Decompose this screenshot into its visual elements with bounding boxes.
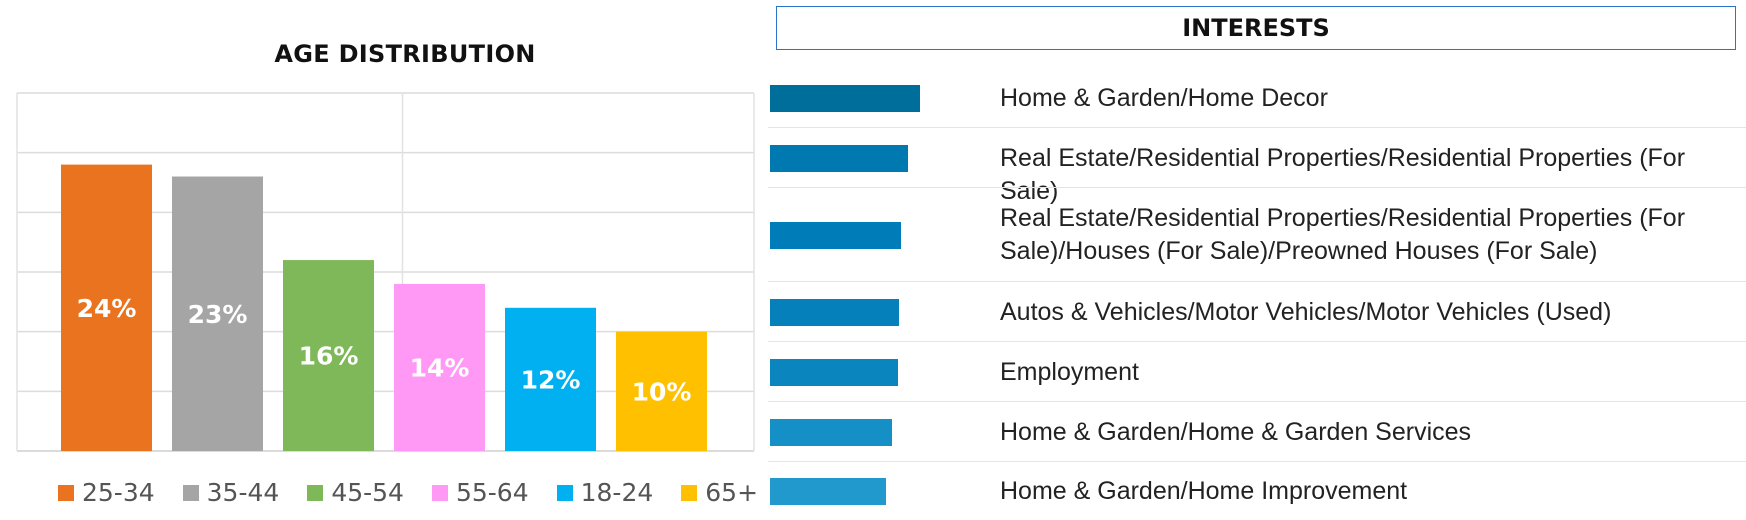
interest-bar (770, 359, 898, 386)
legend-label: 18-24 (580, 478, 654, 507)
interest-label: Employment (1000, 357, 1139, 386)
interest-bar (770, 478, 886, 505)
age-distribution-panel: AGE DISTRIBUTION 24% 23% 16% 14% 12% 10% 25-3… (0, 0, 760, 520)
interest-label: Home & Garden/Home Decor (1000, 83, 1328, 112)
legend-item: 65+ (681, 478, 758, 507)
interest-bar (770, 85, 920, 112)
interest-bar (770, 145, 908, 172)
interest-row: Employment (768, 342, 1746, 402)
data-label: 14% (410, 353, 470, 382)
interest-bar (770, 299, 899, 326)
interests-title: INTERESTS (1182, 14, 1330, 42)
interest-label: Real Estate/Residential Properties/Resid… (1000, 204, 1686, 265)
data-label: 12% (521, 365, 581, 394)
interest-row: Home & Garden/Home Improvement (768, 462, 1746, 520)
interest-row: Real Estate/Residential Properties/Resid… (768, 188, 1746, 282)
interest-bar (770, 419, 892, 446)
legend-label: 35-44 (206, 478, 280, 507)
interest-row: Home & Garden/Home Decor (768, 68, 1746, 128)
interest-row: Autos & Vehicles/Motor Vehicles/Motor Ve… (768, 282, 1746, 342)
legend-label: 45-54 (331, 478, 404, 507)
legend-swatch (556, 484, 573, 501)
legend-swatch (681, 484, 698, 501)
interest-label: Home & Garden/Home Improvement (1000, 476, 1408, 505)
legend-swatch (182, 484, 199, 501)
legend-item: 35-44 (182, 478, 280, 507)
legend-label: 55-64 (455, 478, 529, 507)
legend-swatch (307, 484, 324, 501)
legend-item: 18-24 (556, 478, 654, 507)
legend-label: 65+ (705, 478, 759, 507)
legend-item: 55-64 (431, 478, 529, 507)
data-label: 24% (77, 294, 137, 323)
legend-item: 25-34 (58, 478, 155, 507)
interest-row: Home & Garden/Home & Garden Services (768, 402, 1746, 462)
legend-label: 25-34 (82, 478, 155, 507)
data-label: 16% (299, 342, 359, 371)
data-label: 23% (188, 300, 248, 329)
legend-swatch (58, 484, 74, 501)
interest-row: Real Estate/Residential Properties/Resid… (768, 128, 1746, 205)
interests-header: INTERESTS (776, 6, 1736, 50)
interest-label: Autos & Vehicles/Motor Vehicles/Motor Ve… (1000, 297, 1612, 326)
legend-item: 45-54 (307, 478, 404, 507)
chart-legend: 25-34 35-44 45-54 55-64 18-24 65+ (58, 478, 758, 507)
interest-label: Home & Garden/Home & Garden Services (1000, 417, 1472, 446)
data-label: 10% (632, 377, 692, 406)
legend-swatch (431, 484, 448, 501)
age-distribution-chart: 24% 23% 16% 14% 12% 10% (16, 92, 755, 452)
interest-bar (770, 222, 901, 249)
